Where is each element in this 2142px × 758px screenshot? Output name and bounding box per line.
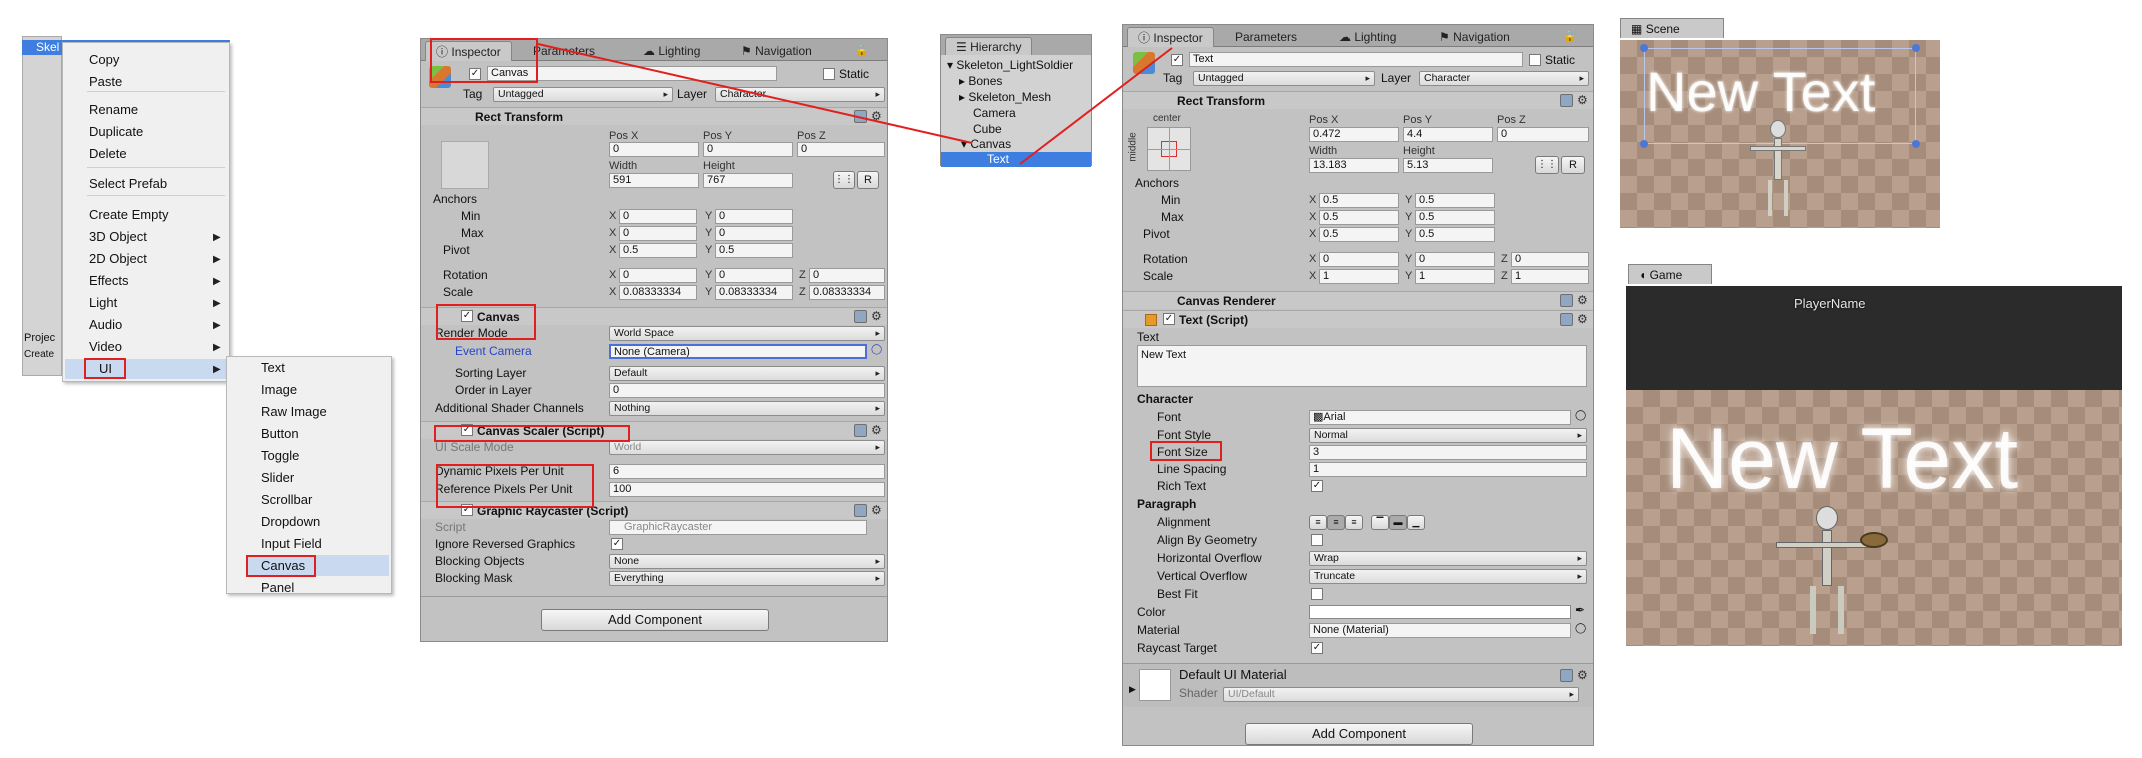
annotation-arrows: [537, 43, 1173, 165]
arrow-hierarchy-to-text: [1019, 47, 1173, 165]
arrow-canvas-to-hierarchy: [537, 43, 973, 144]
